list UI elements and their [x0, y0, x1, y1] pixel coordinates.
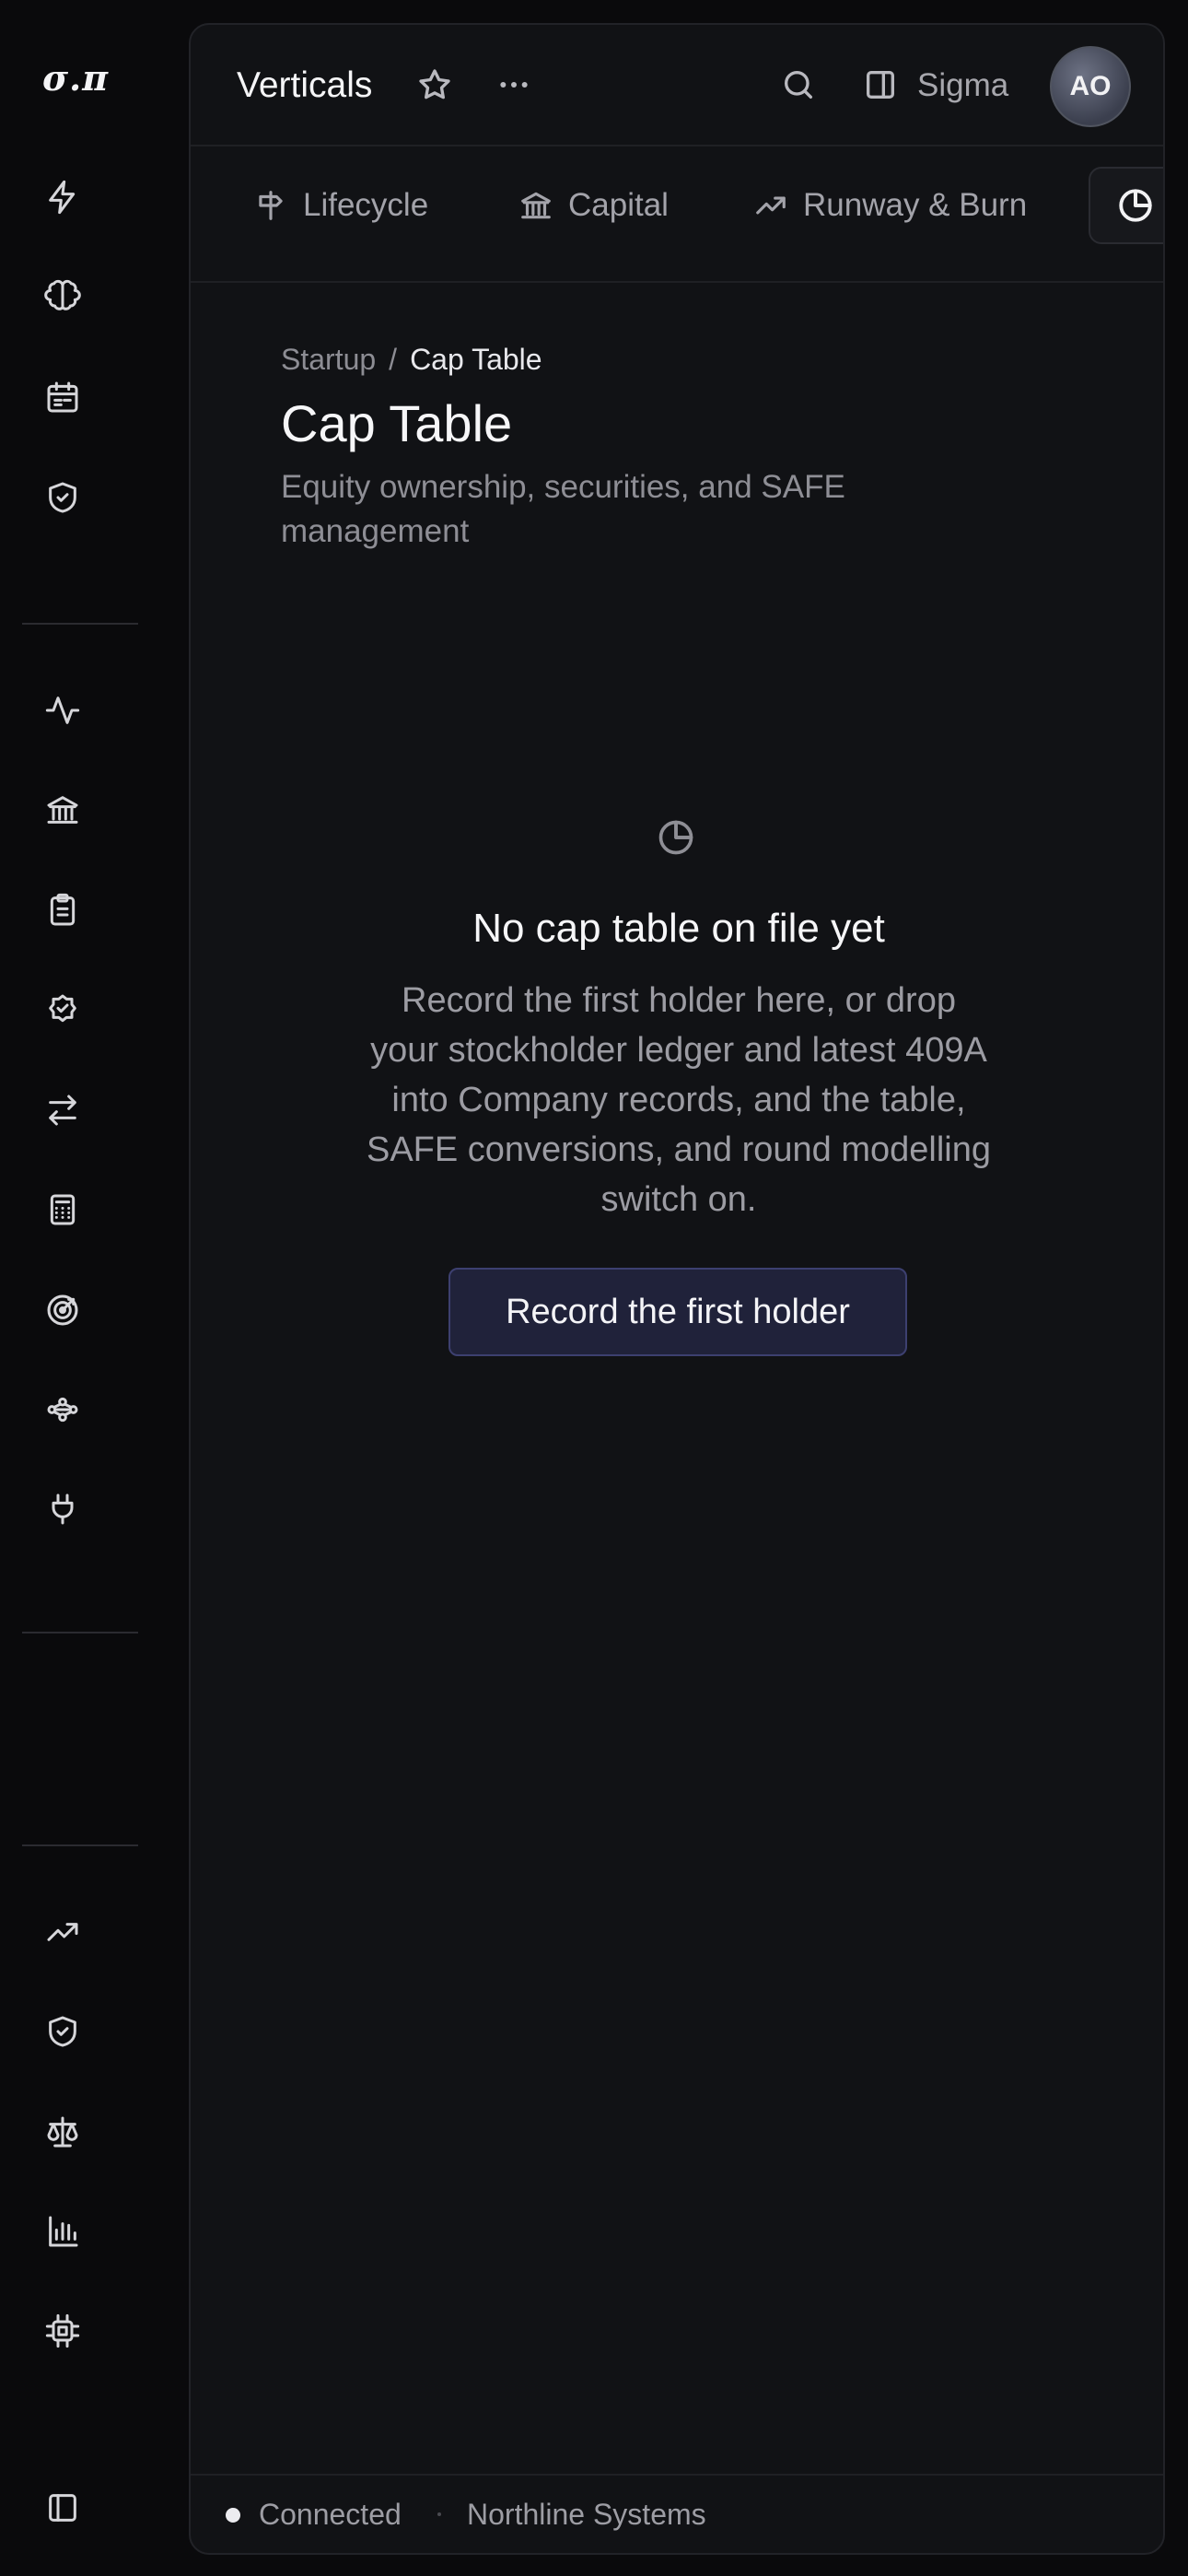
tab-cap-table[interactable]	[1089, 167, 1163, 244]
trending-up-icon[interactable]	[42, 1912, 83, 1952]
bank-icon	[521, 192, 551, 219]
activity-icon[interactable]	[42, 690, 83, 731]
bar-chart-icon[interactable]	[42, 2211, 83, 2252]
shield-check-icon[interactable]	[42, 477, 83, 518]
header-title: Verticals	[237, 65, 373, 105]
tab-capital[interactable]: Capital	[518, 187, 669, 224]
rail-divider	[22, 1844, 138, 1846]
tab-lifecycle[interactable]: Lifecycle	[253, 187, 428, 224]
bank-icon[interactable]	[42, 790, 83, 830]
breadcrumb-parent[interactable]: Startup	[281, 343, 376, 376]
clipboard-list-icon[interactable]	[42, 890, 83, 931]
organization-name[interactable]: Northline Systems	[467, 2498, 706, 2532]
lightning-icon[interactable]	[42, 177, 83, 217]
page-title: Cap Table	[281, 394, 513, 452]
main-panel: Verticals Sigma AO Lifecycle Capital Run…	[189, 23, 1165, 2555]
breadcrumb-separator: /	[389, 343, 398, 376]
connection-status: Connected	[259, 2498, 402, 2531]
pie-chart-icon	[656, 817, 696, 858]
workspace-label[interactable]: Sigma	[917, 67, 1008, 104]
status-separator	[437, 2512, 441, 2516]
left-rail: σ.π	[0, 0, 189, 2576]
status-bar: Connected Northline Systems	[191, 2474, 1163, 2553]
avatar[interactable]: AO	[1050, 46, 1131, 127]
calendar-icon[interactable]	[42, 377, 83, 417]
cpu-icon[interactable]	[42, 2311, 83, 2351]
signpost-icon	[259, 191, 283, 220]
shield-check-icon[interactable]	[42, 2011, 83, 2052]
badge-check-icon[interactable]	[42, 989, 83, 1030]
record-first-holder-button[interactable]: Record the first holder	[448, 1268, 907, 1356]
panel-toggle-icon[interactable]	[862, 66, 899, 103]
workflow-icon[interactable]	[42, 1389, 83, 1430]
calculator-icon[interactable]	[42, 1189, 83, 1230]
pie-chart-icon	[1119, 189, 1152, 222]
plug-icon[interactable]	[42, 1489, 83, 1529]
trending-up-icon	[756, 196, 786, 215]
target-icon[interactable]	[42, 1290, 83, 1330]
rail-divider	[22, 623, 138, 625]
tab-runway-burn[interactable]: Runway & Burn	[753, 187, 1027, 224]
sidebar-toggle-icon[interactable]	[42, 2488, 83, 2528]
brain-icon[interactable]	[42, 276, 83, 317]
more-options-icon[interactable]	[495, 66, 532, 103]
connection-status-dot	[226, 2508, 240, 2523]
breadcrumb-current: Cap Table	[410, 343, 542, 376]
empty-state-title: No cap table on file yet	[472, 906, 885, 951]
app-logo[interactable]: σ.π	[42, 57, 109, 99]
scale-icon[interactable]	[42, 2112, 83, 2152]
star-icon[interactable]	[416, 66, 453, 103]
page-subtitle: Equity ownership, securities, and SAFE m…	[281, 469, 845, 549]
breadcrumb: Startup / Cap Table	[281, 343, 542, 377]
tab-label: Runway & Burn	[803, 187, 1028, 223]
rail-divider	[22, 1632, 138, 1633]
tab-bar: Lifecycle Capital Runway & Burn	[191, 146, 1163, 283]
empty-state-text: Record the first holder here, or drop yo…	[366, 981, 992, 1219]
tab-label: Capital	[568, 187, 669, 223]
tab-label: Lifecycle	[303, 187, 429, 223]
arrows-exchange-icon[interactable]	[42, 1090, 83, 1130]
top-bar: Verticals Sigma AO	[191, 25, 1163, 146]
search-icon[interactable]	[780, 66, 817, 103]
